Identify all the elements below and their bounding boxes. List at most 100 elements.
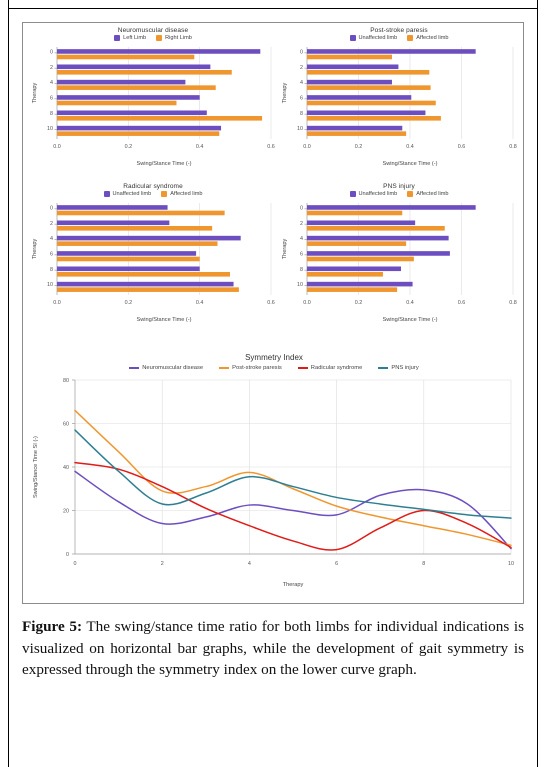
svg-text:4: 4	[300, 80, 303, 86]
caption-label: Figure 5:	[22, 618, 83, 635]
svg-text:10: 10	[297, 126, 303, 132]
legend-item-affected-limb: Affected limb	[161, 191, 203, 197]
svg-text:0: 0	[50, 205, 53, 211]
svg-text:0.6: 0.6	[458, 144, 466, 150]
bar-chart-svg: 0.0 0.2 0.4 0.6 0 2 4 6 8 10 Swing/Stance Time (-)…	[32, 47, 275, 167]
svg-text:Swing/Stance Time (-): Swing/Stance Time (-)	[136, 317, 191, 323]
svg-text:10: 10	[508, 561, 514, 567]
svg-text:Therapy: Therapy	[32, 239, 38, 260]
legend-item-unaffected-limb: Unaffected limb	[103, 191, 152, 197]
svg-text:0: 0	[300, 49, 303, 55]
svg-text:60: 60	[63, 422, 69, 428]
svg-text:4: 4	[300, 236, 303, 242]
svg-text:2: 2	[300, 65, 303, 71]
legend-label: Right Limb	[165, 35, 192, 41]
plot-area: 0.0 0.2 0.4 0.6 0 2 4 6 8 10 Swing/Stance Time (-)…	[27, 43, 279, 169]
panel-title: Radicular syndrome	[123, 183, 183, 190]
panel-title: PNS injury	[383, 183, 415, 190]
svg-text:0.4: 0.4	[196, 144, 204, 150]
svg-text:8: 8	[300, 111, 303, 117]
svg-text:0.6: 0.6	[458, 300, 466, 306]
svg-text:0.4: 0.4	[406, 300, 414, 306]
svg-text:Swing/Stance Time (-): Swing/Stance Time (-)	[136, 161, 191, 167]
svg-text:0.4: 0.4	[196, 300, 204, 306]
plot-area: 0.0 0.2 0.4 0.6 0.8 0 2 4 6 8 10 Swing/Stance Time …	[277, 199, 521, 325]
svg-text:0.8: 0.8	[509, 144, 517, 150]
svg-text:0: 0	[300, 205, 303, 211]
svg-text:0.6: 0.6	[267, 300, 275, 306]
panel-legend: Left Limb Right Limb	[27, 35, 279, 41]
svg-text:2: 2	[50, 221, 53, 227]
column-rule-left	[8, 0, 9, 767]
legend-label: Radicular syndrome	[310, 365, 363, 371]
svg-text:10: 10	[47, 282, 53, 288]
svg-text:Swing/Stance Time SI (-): Swing/Stance Time SI (-)	[33, 436, 39, 498]
panel-symmetry-index: Symmetry Index Neuromuscular disease Pos…	[23, 353, 525, 599]
legend-item-right-limb: Right Limb	[156, 35, 192, 41]
legend-swatch-icon	[103, 191, 110, 197]
legend-item-pns-injury: PNS injury	[378, 365, 419, 371]
legend-swatch-icon	[378, 366, 389, 370]
svg-text:80: 80	[63, 378, 69, 384]
legend-label: Left Limb	[123, 35, 147, 41]
svg-text:0.0: 0.0	[53, 300, 61, 306]
legend-swatch-icon	[407, 35, 414, 41]
svg-text:0: 0	[50, 49, 53, 55]
legend-item-unaffected-limb: Unaffected limb	[349, 35, 397, 41]
bar-chart-svg: 0.0 0.2 0.4 0.6 0.8 0 2 4 6 8 10 Swing/Stance Time …	[282, 47, 517, 167]
legend-item-affected-limb: Affected limb	[407, 35, 449, 41]
svg-text:2: 2	[50, 65, 53, 71]
svg-text:10: 10	[297, 282, 303, 288]
svg-text:20: 20	[63, 509, 69, 515]
svg-text:0.8: 0.8	[509, 300, 517, 306]
svg-text:4: 4	[50, 236, 53, 242]
bar-chart-svg: 0.0 0.2 0.4 0.6 0 2 4 6 8 10 Swing/Stance Time (-)…	[32, 203, 275, 323]
panel-neuromuscular-disease: Neuromuscular disease Left Limb Right Li…	[27, 27, 279, 169]
legend-item-left-limb: Left Limb	[114, 35, 146, 41]
svg-text:Therapy: Therapy	[32, 83, 38, 104]
panel-legend: Unaffected limb Affected limb	[277, 35, 521, 41]
legend-swatch-icon	[297, 366, 308, 370]
legend-swatch-icon	[161, 191, 168, 197]
svg-text:0.2: 0.2	[355, 144, 363, 150]
svg-text:8: 8	[50, 111, 53, 117]
panel-legend: Unaffected limb Affected limb	[27, 191, 279, 197]
svg-text:4: 4	[50, 80, 53, 86]
bar-chart-grid: Neuromuscular disease Left Limb Right Li…	[23, 27, 525, 345]
svg-text:6: 6	[50, 251, 53, 257]
panel-post-stroke-paresis: Post-stroke paresis Unaffected limb Affe…	[277, 27, 521, 169]
column-rule-top	[8, 8, 538, 9]
svg-text:8: 8	[300, 267, 303, 273]
legend-label: Affected limb	[416, 35, 449, 41]
svg-text:Therapy: Therapy	[282, 239, 288, 260]
svg-text:Therapy: Therapy	[282, 83, 288, 104]
legend-label: Affected limb	[170, 191, 203, 197]
legend-item-post-stroke-paresis: Post-stroke paresis	[219, 365, 282, 371]
svg-text:0: 0	[66, 552, 69, 558]
legend-item-radicular-syndrome: Radicular syndrome	[297, 365, 363, 371]
legend-swatch-icon	[349, 191, 356, 197]
column-rule-right	[537, 0, 538, 767]
svg-text:0.0: 0.0	[53, 144, 61, 150]
svg-text:8: 8	[422, 561, 425, 567]
svg-text:0: 0	[74, 561, 77, 567]
figure-caption: Figure 5: The swing/stance time ratio fo…	[22, 616, 524, 681]
legend-swatch-icon	[349, 35, 356, 41]
svg-text:0.2: 0.2	[125, 300, 133, 306]
svg-text:0.0: 0.0	[303, 300, 311, 306]
line-chart-svg: 0 20 40 60 80 0 2 4 6 8 10 Therapy Swing/Stance Time…	[33, 378, 514, 588]
panel-radicular-syndrome: Radicular syndrome Unaffected limb Affec…	[27, 183, 279, 325]
svg-text:2: 2	[300, 221, 303, 227]
svg-text:0.0: 0.0	[303, 144, 311, 150]
legend-label: Post-stroke paresis	[232, 365, 282, 371]
svg-text:0.2: 0.2	[125, 144, 133, 150]
svg-text:0.4: 0.4	[406, 144, 414, 150]
svg-text:4: 4	[248, 561, 251, 567]
legend-swatch-icon	[156, 35, 163, 41]
svg-text:6: 6	[50, 95, 53, 101]
svg-text:2: 2	[161, 561, 164, 567]
panel-pns-injury: PNS injury Unaffected limb Affected limb…	[277, 183, 521, 325]
legend-label: Unaffected limb	[112, 191, 152, 197]
svg-text:6: 6	[300, 95, 303, 101]
svg-text:Therapy: Therapy	[283, 582, 304, 588]
